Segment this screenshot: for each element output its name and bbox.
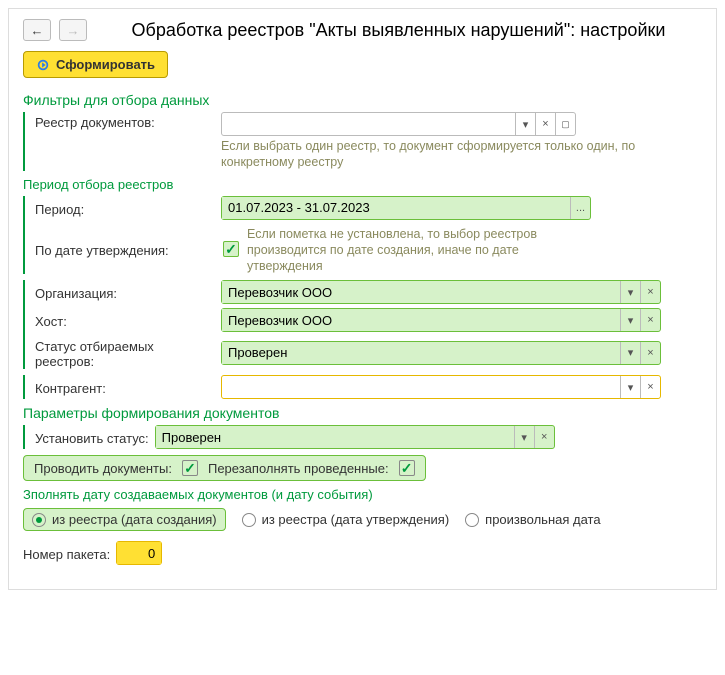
doc-registry-open-button[interactable]: ▢ — [555, 113, 575, 135]
set-status-label: Установить статус: — [35, 428, 149, 446]
doc-registry-clear-button[interactable]: × — [535, 113, 555, 135]
gear-play-icon — [36, 58, 50, 72]
nav-forward-button[interactable]: → — [59, 19, 87, 41]
check-icon: ✓ — [184, 461, 196, 475]
doc-registry-label: Реестр документов: — [35, 112, 215, 130]
period-group-title: Период отбора реестров — [23, 177, 702, 192]
counterparty-input[interactable] — [222, 376, 620, 398]
close-icon: × — [647, 314, 653, 326]
radio-icon — [465, 513, 479, 527]
counterparty-label: Контрагент: — [35, 378, 215, 396]
radio-icon — [242, 513, 256, 527]
packet-no-label: Номер пакета: — [23, 544, 110, 562]
refill-posted-checkbox[interactable]: ✓ — [399, 460, 415, 476]
reg-status-dropdown-button[interactable]: ▾ — [620, 342, 640, 364]
org-label: Организация: — [35, 283, 215, 301]
post-docs-checkbox[interactable]: ✓ — [182, 460, 198, 476]
form-button[interactable]: Сформировать — [23, 51, 168, 78]
params-section-title: Параметры формирования документов — [23, 405, 702, 421]
radio-arbitrary-date[interactable]: произвольная дата — [465, 512, 600, 527]
page-title: Обработка реестров "Акты выявленных нару… — [95, 20, 702, 41]
counterparty-dropdown-button[interactable]: ▾ — [620, 376, 640, 398]
reg-status-input[interactable] — [222, 342, 620, 364]
packet-no-input-wrap — [116, 541, 162, 565]
arrow-left-icon: ← — [31, 23, 44, 38]
period-input[interactable] — [222, 197, 570, 219]
chevron-down-icon: ▾ — [628, 314, 634, 327]
chevron-down-icon: ▾ — [628, 346, 634, 359]
set-status-clear-button[interactable]: × — [534, 426, 554, 448]
period-input-wrap: ... — [221, 196, 591, 220]
org-input-wrap: ▾ × — [221, 280, 661, 304]
period-ellipsis-button[interactable]: ... — [570, 197, 590, 219]
arrow-right-icon: → — [67, 23, 80, 38]
host-dropdown-button[interactable]: ▾ — [620, 309, 640, 331]
period-label: Период: — [35, 199, 215, 217]
host-input[interactable] — [222, 309, 620, 331]
check-icon: ✓ — [401, 461, 413, 475]
close-icon: × — [542, 118, 548, 130]
chevron-down-icon: ▾ — [628, 286, 634, 299]
post-docs-label: Проводить документы: — [34, 461, 172, 476]
packet-no-input[interactable] — [117, 542, 161, 564]
chevron-down-icon: ▾ — [521, 431, 527, 444]
radio-label: из реестра (дата утверждения) — [262, 512, 450, 527]
fill-date-section-title: Зполнять дату создаваемых документов (и … — [23, 487, 702, 502]
reg-status-label: Статус отбираемых реестров: — [35, 336, 215, 369]
doc-registry-input[interactable] — [222, 113, 515, 135]
post-options-group: Проводить документы: ✓ Перезаполнять про… — [23, 455, 426, 481]
set-status-input-wrap: ▾ × — [155, 425, 555, 449]
by-approval-label: По дате утверждения: — [35, 240, 215, 258]
reg-status-input-wrap: ▾ × — [221, 341, 661, 365]
doc-registry-input-wrap: ▾ × ▢ — [221, 112, 576, 136]
set-status-input[interactable] — [156, 426, 514, 448]
ellipsis-icon: ... — [576, 202, 585, 214]
by-approval-hint: Если пометка не установлена, то выбор ре… — [247, 226, 547, 275]
radio-icon — [32, 513, 46, 527]
set-status-dropdown-button[interactable]: ▾ — [514, 426, 534, 448]
close-icon: × — [647, 347, 653, 359]
org-clear-button[interactable]: × — [640, 281, 660, 303]
close-icon: × — [647, 286, 653, 298]
host-clear-button[interactable]: × — [640, 309, 660, 331]
radio-label: произвольная дата — [485, 512, 600, 527]
org-input[interactable] — [222, 281, 620, 303]
nav-back-button[interactable]: ← — [23, 19, 51, 41]
doc-registry-hint: Если выбрать один реестр, то документ сф… — [221, 138, 702, 171]
check-icon: ✓ — [225, 242, 237, 256]
host-input-wrap: ▾ × — [221, 308, 661, 332]
radio-from-registry-created[interactable]: из реестра (дата создания) — [23, 508, 226, 531]
radio-label: из реестра (дата создания) — [52, 512, 217, 527]
chevron-down-icon: ▾ — [628, 381, 634, 394]
form-button-label: Сформировать — [56, 57, 155, 72]
reg-status-clear-button[interactable]: × — [640, 342, 660, 364]
chevron-down-icon: ▾ — [523, 118, 529, 131]
counterparty-input-wrap: ▾ × — [221, 375, 661, 399]
close-icon: × — [541, 431, 547, 443]
radio-from-registry-approved[interactable]: из реестра (дата утверждения) — [242, 512, 450, 527]
counterparty-clear-button[interactable]: × — [640, 376, 660, 398]
org-dropdown-button[interactable]: ▾ — [620, 281, 640, 303]
refill-posted-label: Перезаполнять проведенные: — [208, 461, 389, 476]
close-icon: × — [647, 381, 653, 393]
open-icon: ▢ — [561, 119, 570, 130]
filters-section-title: Фильтры для отбора данных — [23, 92, 702, 108]
host-label: Хост: — [35, 311, 215, 329]
doc-registry-dropdown-button[interactable]: ▾ — [515, 113, 535, 135]
by-approval-checkbox[interactable]: ✓ — [223, 241, 239, 257]
